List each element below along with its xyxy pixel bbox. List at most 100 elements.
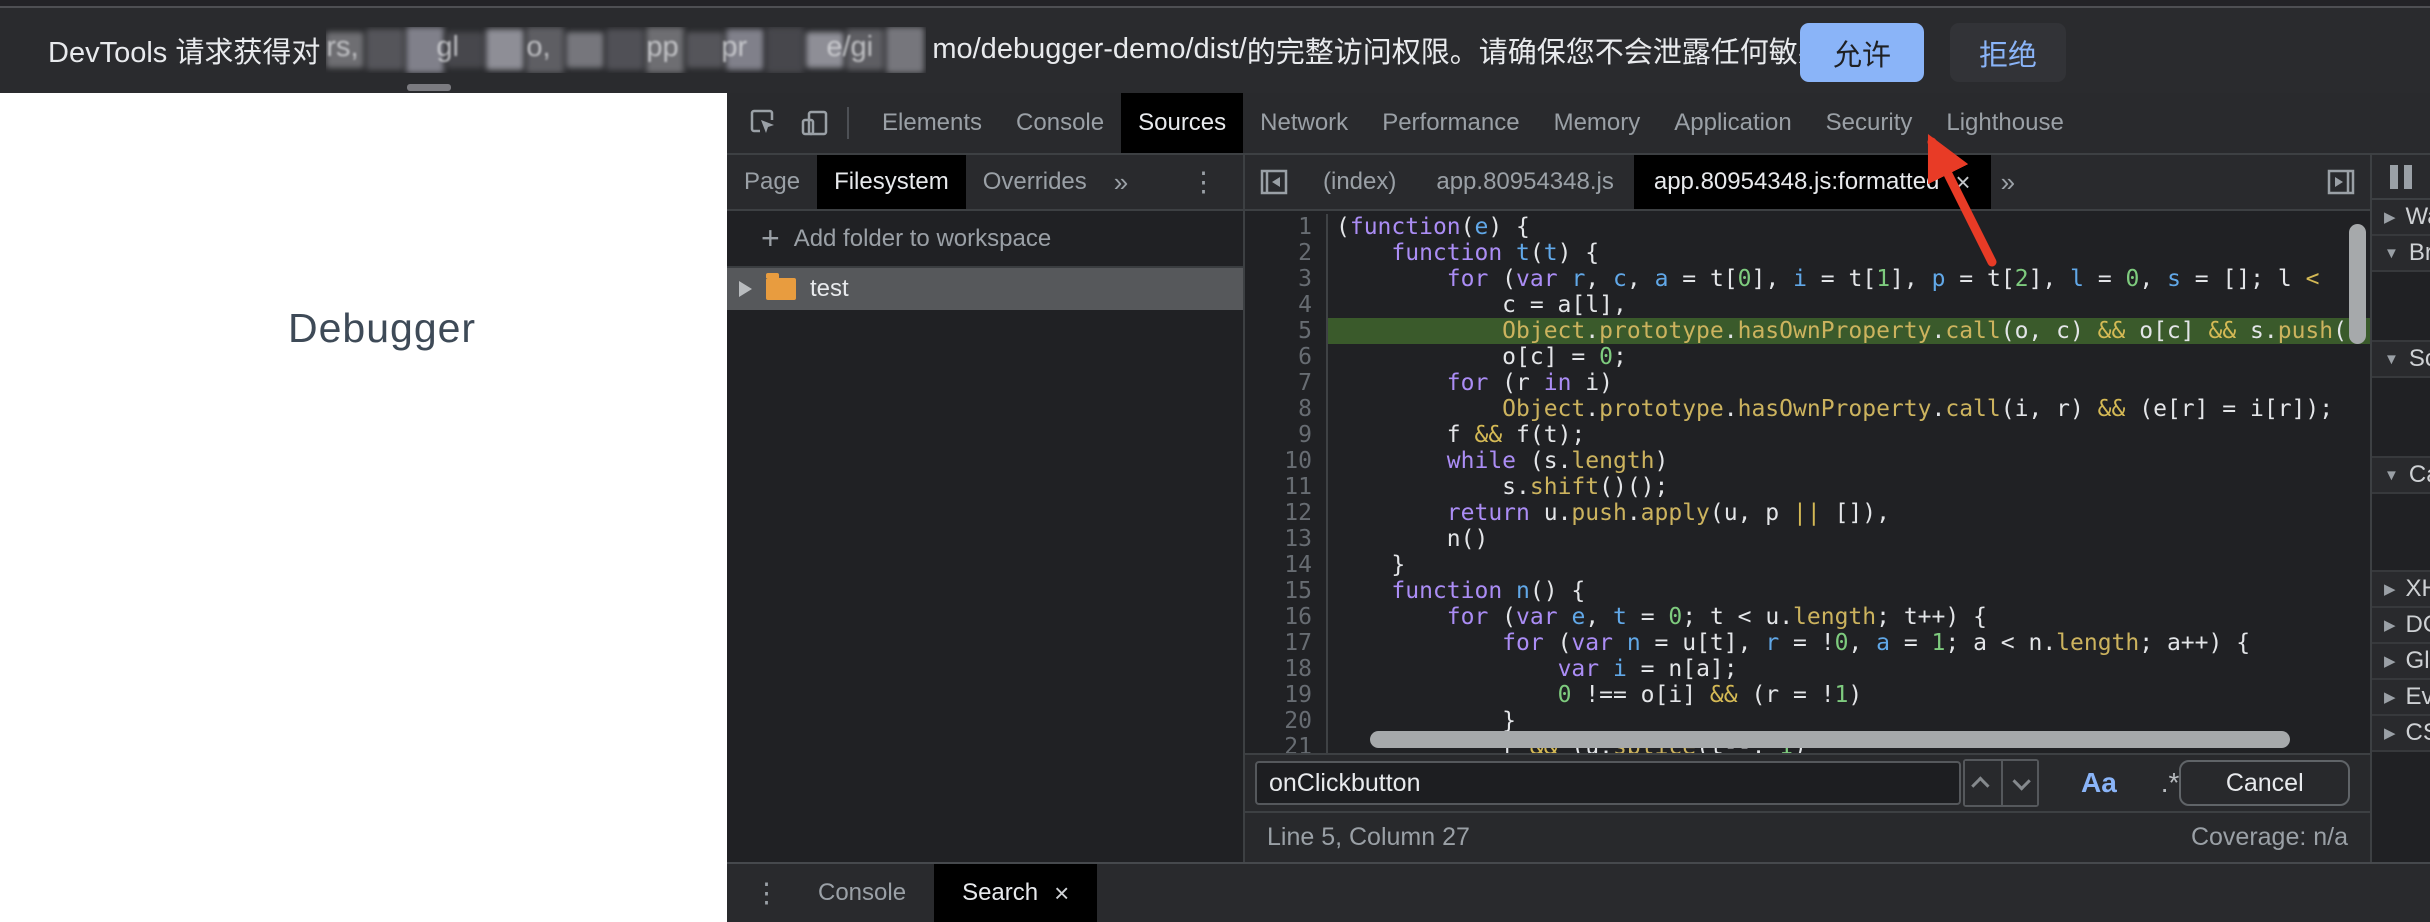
expand-triangle-icon: ▶ (2384, 617, 2396, 634)
line-number: 4 (1245, 292, 1328, 318)
previous-match-icon[interactable] (1964, 761, 2001, 805)
line-number: 19 (1245, 682, 1328, 708)
line-number: 8 (1245, 396, 1328, 422)
code-text: while (s.length) (1446, 448, 1669, 474)
redacted-underline (407, 84, 451, 91)
page-title: Debugger (288, 305, 477, 351)
line-number: 6 (1245, 344, 1328, 370)
allow-button[interactable]: 允许 (1800, 23, 1924, 82)
workspace-folder-row[interactable]: test (727, 268, 1243, 310)
code-line-1: 1 (function(e) { (1245, 214, 2370, 240)
toggle-debugger-sidebar-icon[interactable] (2324, 165, 2358, 199)
toggle-navigator-icon[interactable] (1257, 165, 1291, 199)
regex-toggle[interactable]: .* (2161, 767, 2180, 799)
redacted-fragment: pr (721, 30, 748, 63)
tab-elements[interactable]: Elements (865, 93, 999, 153)
redaction-block (886, 26, 925, 73)
sidebar-section-ca[interactable]: ▼ Ca (2372, 458, 2430, 494)
sidebar-section-content (2372, 272, 2430, 342)
folder-icon (766, 273, 796, 300)
sidebar-section-xh[interactable]: ▶ XH (2372, 572, 2430, 608)
line-number: 2 (1245, 240, 1328, 266)
pause-script-icon[interactable] (2390, 164, 2412, 189)
sidebar-section-label: Ev (2405, 683, 2430, 710)
horizontal-scrollbar[interactable] (1370, 731, 2290, 748)
line-number: 18 (1245, 656, 1328, 682)
sidebar-section-cs[interactable]: ▶ CS (2372, 716, 2430, 752)
redaction-block (366, 29, 405, 70)
sidebar-section-gl[interactable]: ▶ Gl (2372, 644, 2430, 680)
tab-security[interactable]: Security (1809, 93, 1930, 153)
code-line-13: 13 n() (1245, 526, 2370, 552)
line-number: 9 (1245, 422, 1328, 448)
sidebar-section-content (2372, 378, 2430, 458)
drawer-tab-label: Console (818, 879, 907, 906)
editor-tab-3[interactable]: app.80954348.js:formatted × (1633, 155, 1991, 209)
tab-network[interactable]: Network (1243, 93, 1365, 153)
redacted-fragment: rs, (326, 30, 359, 63)
code-text: function t(t) { (1391, 240, 1600, 266)
debugger-toolbar (2372, 155, 2430, 200)
more-navigator-tabs-icon[interactable]: » (1104, 167, 1138, 198)
redaction-block (766, 26, 805, 73)
sidebar-section-wa[interactable]: ▶ Wa (2372, 200, 2430, 236)
debugger-sidebar: ▶ Wa ▼ Br ▼ Sc ▼ Ca ▶ XH ▶ DO ▶ Gl ▶ Ev ▶ CS (2370, 155, 2430, 862)
code-line-19: 19 0 !== o[i] && (r = !1) (1245, 682, 2370, 708)
redacted-fragment: pp (646, 30, 679, 63)
code-line-16: 16 for (var e, t = 0; t < u.length; t++)… (1245, 604, 2370, 630)
editor-tab-1[interactable]: (index) (1303, 155, 1416, 209)
drawer-tab-search[interactable]: Search × (934, 864, 1098, 922)
vertical-scrollbar[interactable] (2349, 224, 2366, 344)
line-number: 21 (1245, 734, 1328, 753)
search-input[interactable] (1255, 761, 1961, 805)
device-toolbar-icon[interactable] (797, 106, 831, 140)
navigator-tab-overrides[interactable]: Overrides (966, 155, 1104, 209)
code-text: for (var r, c, a = t[0], i = t[1], p = t… (1446, 266, 2320, 292)
navigator-tab-filesystem[interactable]: Filesystem (817, 155, 966, 209)
line-number: 17 (1245, 630, 1328, 656)
tab-sources[interactable]: Sources (1121, 93, 1244, 153)
navigator-tab-page[interactable]: Page (727, 155, 817, 209)
line-number: 20 (1245, 708, 1328, 734)
redacted-fragment: e/gi (826, 30, 874, 63)
tab-application[interactable]: Application (1657, 93, 1808, 153)
tab-performance[interactable]: Performance (1365, 93, 1536, 153)
more-editor-tabs-icon[interactable]: » (1991, 167, 2025, 198)
tab-console[interactable]: Console (999, 93, 1121, 153)
drawer-menu-icon[interactable]: ⋮ (753, 878, 780, 909)
window-top-strip (0, 0, 2430, 8)
sidebar-section-sc[interactable]: ▼ Sc (2372, 342, 2430, 378)
redaction-block (606, 29, 645, 70)
inspect-element-icon[interactable] (745, 106, 779, 140)
banner-text-prefix: DevTools 请求获得对 (48, 36, 321, 69)
devtools-main-tabbar: Elements Console Sources Network Performance… (727, 93, 2430, 155)
collapse-triangle-icon: ▼ (2384, 466, 2399, 484)
code-line-18: 18 var i = n[a]; (1245, 656, 2370, 682)
close-icon[interactable]: × (1054, 864, 1069, 922)
sidebar-section-ev[interactable]: ▶ Ev (2372, 680, 2430, 716)
drawer-tab-console[interactable]: Console (790, 864, 934, 922)
sidebar-section-do[interactable]: ▶ DO (2372, 608, 2430, 644)
tab-lighthouse[interactable]: Lighthouse (1929, 93, 2080, 153)
sidebar-section-label: Wa (2405, 203, 2430, 230)
next-match-icon[interactable] (2000, 761, 2037, 805)
code-text: for (r in i) (1446, 370, 1613, 396)
match-case-toggle[interactable]: Aa (2081, 767, 2117, 799)
code-line-9: 9 f && f(t); (1245, 422, 2370, 448)
line-number: 3 (1245, 266, 1328, 292)
add-folder-to-workspace[interactable]: + Add folder to workspace (727, 211, 1243, 268)
cancel-button[interactable]: Cancel (2179, 760, 2350, 806)
code-line-5: 5 Object.prototype.hasOwnProperty.call(o… (1245, 318, 2370, 344)
editor-search-bar: Aa .* Cancel (1245, 753, 2370, 811)
code-editor[interactable]: 1 (function(e) {2 function t(t) { 3 for (v… (1245, 211, 2370, 753)
editor-tab-2[interactable]: app.80954348.js (1416, 155, 1634, 209)
navigator-menu-icon[interactable]: ⋮ (1190, 167, 1217, 198)
sidebar-section-br[interactable]: ▼ Br (2372, 236, 2430, 272)
disclosure-triangle-icon[interactable] (739, 281, 752, 297)
deny-button[interactable]: 拒绝 (1950, 23, 2066, 82)
code-text: (function(e) { (1336, 214, 1530, 240)
close-icon[interactable]: × (1955, 155, 1970, 209)
line-number: 11 (1245, 474, 1328, 500)
sidebar-section-content (2372, 494, 2430, 572)
tab-memory[interactable]: Memory (1537, 93, 1658, 153)
